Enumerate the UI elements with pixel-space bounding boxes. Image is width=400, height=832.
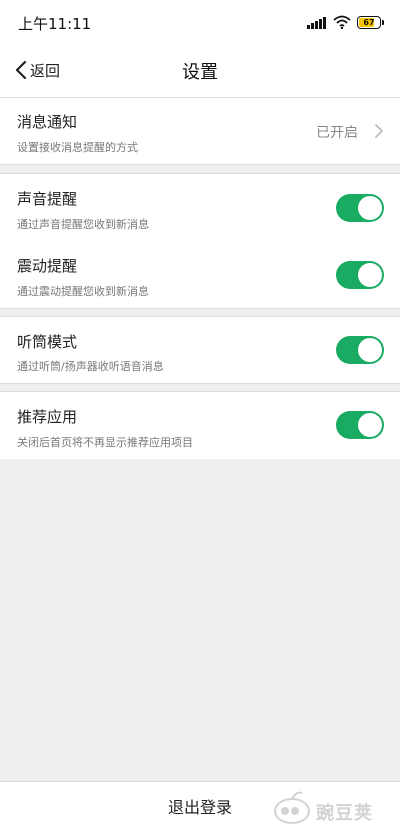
battery-cap (382, 19, 384, 25)
sound-toggle[interactable] (336, 194, 384, 222)
section-alerts: 声音提醒 通过声音提醒您收到新消息 震动提醒 通过震动提醒您收到新消息 (0, 173, 400, 309)
nav-bar: 返回 设置 (0, 44, 400, 98)
section-earpiece: 听筒模式 通过听筒/扬声器收听语音消息 (0, 316, 400, 384)
settings-screen: 上午11:11 67 返回 设置 消息通知 设置接收消息提醒的方式 已开启 声音… (0, 0, 400, 832)
section-recommend: 推荐应用 关闭后首页将不再显示推荐应用项目 (0, 391, 400, 459)
chevron-right-icon (375, 124, 383, 138)
row-subtitle: 通过听筒/扬声器收听语音消息 (17, 360, 164, 373)
logout-bar: 退出登录 豌豆荚 (0, 781, 400, 832)
row-subtitle: 通过声音提醒您收到新消息 (17, 218, 149, 231)
settings-row-recommend: 推荐应用 关闭后首页将不再显示推荐应用项目 (0, 392, 400, 459)
vibration-toggle[interactable] (336, 261, 384, 289)
page-title: 设置 (182, 62, 218, 83)
toggle-knob (358, 196, 382, 220)
notification-status: 已开启 (316, 125, 358, 141)
settings-row-vibration: 震动提醒 通过震动提醒您收到新消息 (0, 241, 400, 308)
battery-icon: 67 (357, 15, 381, 29)
row-title: 推荐应用 (17, 408, 78, 426)
settings-row-notification[interactable]: 消息通知 设置接收消息提醒的方式 已开启 (0, 98, 400, 164)
status-bar: 上午11:11 67 (0, 0, 400, 44)
status-time: 上午11:11 (18, 15, 92, 33)
row-subtitle: 关闭后首页将不再显示推荐应用项目 (17, 436, 193, 449)
row-title: 消息通知 (17, 113, 78, 131)
section-notification: 消息通知 设置接收消息提醒的方式 已开启 (0, 98, 400, 165)
signal-icon (307, 15, 327, 29)
toggle-knob (358, 338, 382, 362)
settings-row-sound: 声音提醒 通过声音提醒您收到新消息 (0, 174, 400, 241)
battery-level: 67 (363, 17, 375, 27)
settings-row-earpiece: 听筒模式 通过听筒/扬声器收听语音消息 (0, 317, 400, 383)
status-icons: 67 (307, 13, 384, 31)
row-title: 听筒模式 (17, 333, 78, 351)
wifi-icon (333, 15, 351, 29)
row-subtitle: 通过震动提醒您收到新消息 (17, 285, 149, 298)
logout-button[interactable]: 退出登录 (0, 782, 400, 832)
recommend-toggle[interactable] (336, 411, 384, 439)
toggle-knob (358, 263, 382, 287)
row-subtitle: 设置接收消息提醒的方式 (17, 141, 138, 154)
earpiece-toggle[interactable] (336, 336, 384, 364)
row-title: 震动提醒 (17, 257, 78, 275)
row-title: 声音提醒 (17, 190, 78, 208)
toggle-knob (358, 413, 382, 437)
